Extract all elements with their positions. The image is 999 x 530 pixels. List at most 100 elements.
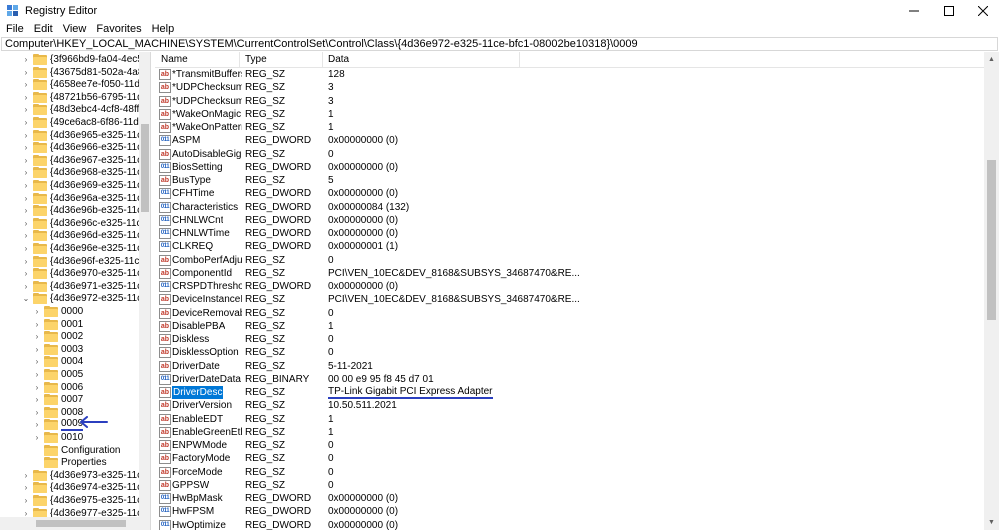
tree-item-key[interactable]: › {3f966bd9-fa04-4ec5-991 [22,53,150,66]
expand-chevron-icon[interactable]: › [33,307,41,316]
value-row[interactable]: ab Diskless REG_SZ 0 [155,333,984,346]
tree-scroll-thumb[interactable] [141,124,149,212]
tree-item-key[interactable]: › {4d36e966-e325-11ce-bfc [22,141,150,154]
expand-chevron-icon[interactable]: › [22,93,30,102]
value-row[interactable]: abComboPerfAdjustREG_SZ 0 [155,254,984,267]
tree-item-subkey[interactable]: › 0002 [33,330,83,343]
tree-item-subkey[interactable]: › 0006 [33,381,83,394]
tree-item-subkey[interactable]: › 0010 [33,431,83,444]
expand-chevron-icon[interactable]: › [22,231,30,240]
tree-item-key[interactable]: › {4d36e969-e325-11ce-bfc [22,179,150,192]
expand-chevron-icon[interactable]: › [33,370,41,379]
tree-item-key[interactable]: › {4d36e975-e325-11ce-bfc [22,494,150,507]
collapse-chevron-icon[interactable]: ⌄ [22,294,30,303]
column-header-name[interactable]: Name [161,54,188,65]
maximize-button[interactable] [932,0,966,22]
value-row[interactable]: 011 HwBpMask REG_DWORD 0x00000000 (0) [155,492,984,505]
value-row[interactable]: ab EnableEDT REG_SZ 1 [155,413,984,426]
expand-chevron-icon[interactable]: › [22,206,30,215]
expand-chevron-icon[interactable]: › [22,68,30,77]
value-row[interactable]: 011 CHNLWTime REG_DWORD 0x00000000 (0) [155,227,984,240]
tree-item-key[interactable]: › {4d36e96c-e325-11ce-bfc [22,217,150,230]
tree-item-key[interactable]: › {4d36e974-e325-11ce-bfc [22,481,150,494]
tree-item-key[interactable]: › {4d36e96d-e325-11ce-bfc [22,229,150,242]
value-row[interactable]: ab GPPSW REG_SZ 0 [155,479,984,492]
value-row[interactable]: ab ComponentId REG_SZ PCI\VEN_10EC&DEV_8168… [155,267,984,280]
tree-item-key[interactable]: › {48d3ebc4-4cf8-48ff-b86 [22,103,150,116]
value-row[interactable]: abDeviceRemovableREG_SZ 0 [155,307,984,320]
tree-item-subkey[interactable]: › 0004 [33,355,83,368]
values-scroll-thumb[interactable] [987,160,996,320]
address-path[interactable]: Computer\HKEY_LOCAL_MACHINE\SYSTEM\Curre… [2,38,638,50]
tree-item-selected[interactable]: › 0009 [33,418,84,432]
tree-item-subkey[interactable]: › 0000 [33,305,83,318]
tree-item-subkey[interactable]: › 0003 [33,343,83,356]
expand-chevron-icon[interactable]: › [22,131,30,140]
menu-help[interactable]: Help [147,22,180,37]
expand-chevron-icon[interactable]: › [22,105,30,114]
value-row[interactable]: 011 HwFPSM REG_DWORD 0x00000000 (0) [155,505,984,518]
expand-chevron-icon[interactable]: › [22,168,30,177]
tree-item-key[interactable]: › {48721b56-6795-11d2-b1 [22,91,150,104]
expand-chevron-icon[interactable]: › [22,143,30,152]
value-row[interactable]: 011 BiosSetting REG_DWORD 0x00000000 (0) [155,161,984,174]
expand-chevron-icon[interactable]: › [33,320,41,329]
tree-item-key[interactable]: › {4d36e96a-e325-11ce-bfc [22,192,150,205]
expand-chevron-icon[interactable]: › [33,395,41,404]
value-row[interactable]: ab DriverDate REG_SZ 5-11-2021 [155,360,984,373]
tree-horizontal-scrollbar[interactable] [0,517,150,530]
expand-chevron-icon[interactable]: › [22,219,30,228]
tree-item-key[interactable]: › {4d36e965-e325-11ce-bfc [22,129,150,142]
tree-item-key[interactable]: › {4d36e967-e325-11ce-bfc [22,154,150,167]
key-tree-pane[interactable]: ›{4d36e977-e325-11ce-bfc›{4d36e975-e325-… [0,52,151,530]
tree-item-key[interactable]: › {4d36e96e-e325-11ce-bfc [22,242,150,255]
tree-item-subkey[interactable]: › 0007 [33,393,83,406]
tree-item-key[interactable]: › {43675d81-502a-4a82-9f8 [22,66,150,79]
tree-vertical-scrollbar[interactable] [139,52,150,517]
tree-item-subkey[interactable]: › 0001 [33,318,83,331]
tree-item-subkey[interactable]: › 0008 [33,406,83,419]
expand-chevron-icon[interactable]: › [33,408,41,417]
expand-chevron-icon[interactable]: › [22,244,30,253]
expand-chevron-icon[interactable]: › [22,257,30,266]
tree-item-subkey[interactable]: Configuration [33,444,120,457]
expand-chevron-icon[interactable]: › [22,496,30,505]
value-row[interactable]: 011 DriverDateData REG_BINARY 00 00 e9 95 f… [155,373,984,386]
expand-chevron-icon[interactable]: › [33,357,41,366]
value-row[interactable]: ab FactoryMode REG_SZ 0 [155,452,984,465]
tree-item-key[interactable]: › {4d36e973-e325-11ce-bfc [22,469,150,482]
expand-chevron-icon[interactable]: › [22,269,30,278]
menu-view[interactable]: View [58,22,92,37]
tree-hscroll-thumb[interactable] [36,520,126,527]
tree-item-key[interactable]: › {4d36e971-e325-11ce-bfc [22,280,150,293]
tree-item-key[interactable]: › {4d36e96b-e325-11ce-bfc [22,204,150,217]
expand-chevron-icon[interactable]: › [33,332,41,341]
expand-chevron-icon[interactable]: › [22,483,30,492]
expand-chevron-icon[interactable]: › [22,181,30,190]
close-button[interactable] [966,0,999,22]
expand-chevron-icon[interactable]: › [22,194,30,203]
value-row-selected[interactable]: ab DriverDesc REG_SZ TP-Link Gigabit PCI Ex… [155,386,984,399]
scroll-up-icon[interactable]: ▲ [987,55,996,64]
menu-favorites[interactable]: Favorites [91,22,146,37]
expand-chevron-icon[interactable]: › [22,156,30,165]
value-row[interactable]: 011 CLKREQ REG_DWORD 0x00000001 (1) [155,240,984,253]
value-row[interactable]: 011 CFHTime REG_DWORD 0x00000000 (0) [155,187,984,200]
tree-item-subkey[interactable]: Properties [33,456,107,469]
minimize-button[interactable] [897,0,931,22]
tree-item-key[interactable]: › {4658ee7e-f050-11d1-b6b [22,78,150,91]
value-row[interactable]: ab ENPWMode REG_SZ 0 [155,439,984,452]
menu-file[interactable]: File [0,22,29,37]
expand-chevron-icon[interactable]: › [22,55,30,64]
expand-chevron-icon[interactable]: › [33,433,41,442]
value-row[interactable]: 011 CHNLWCnt REG_DWORD 0x00000000 (0) [155,214,984,227]
column-divider[interactable] [322,52,323,68]
value-row[interactable]: ab DriverVersion REG_SZ 10.50.511.2021 [155,399,984,412]
tree-item-subkey[interactable]: › 0005 [33,368,83,381]
value-row[interactable]: 011CRSPDThresholdREG_DWORD 0x00000000 (0) [155,280,984,293]
column-divider[interactable] [519,52,520,68]
value-row[interactable]: ab DisklessOption REG_SZ 0 [155,346,984,359]
expand-chevron-icon[interactable]: › [22,282,30,291]
expand-chevron-icon[interactable]: › [22,471,30,480]
value-row[interactable]: abDeviceInstanceIDREG_SZ PCI\VEN_10EC&DEV… [155,293,984,306]
